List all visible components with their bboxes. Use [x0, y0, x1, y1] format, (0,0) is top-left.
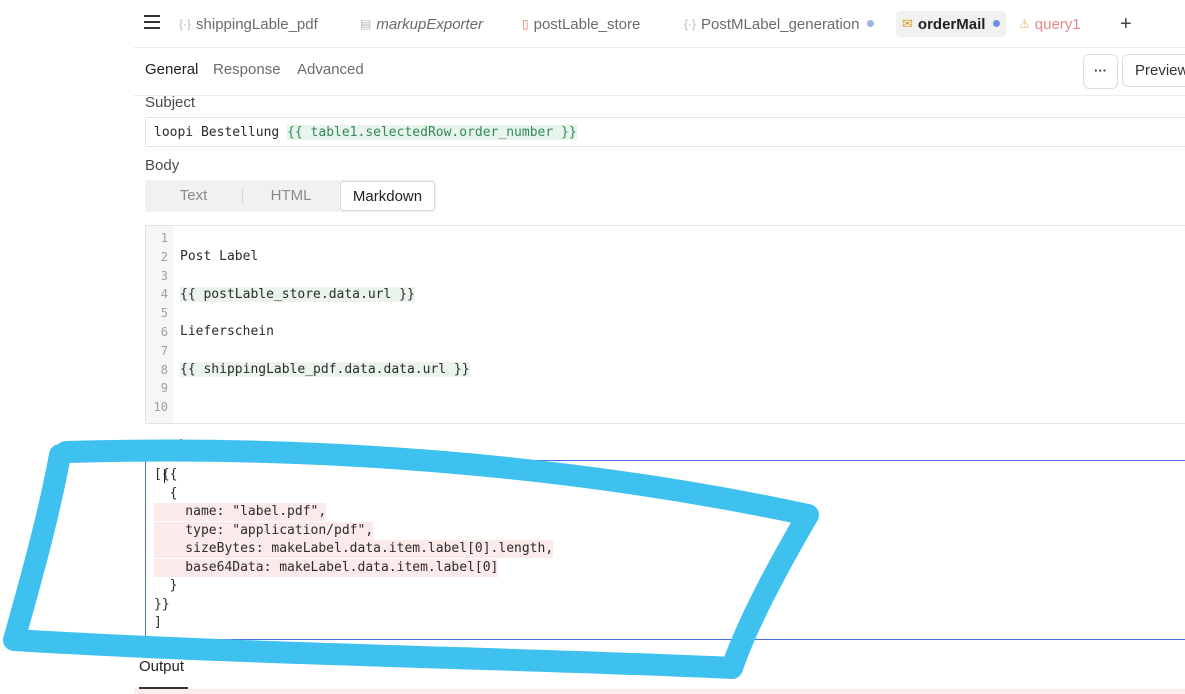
annotation-stroke	[3, 439, 819, 679]
highlight-annotation	[3, 439, 819, 679]
